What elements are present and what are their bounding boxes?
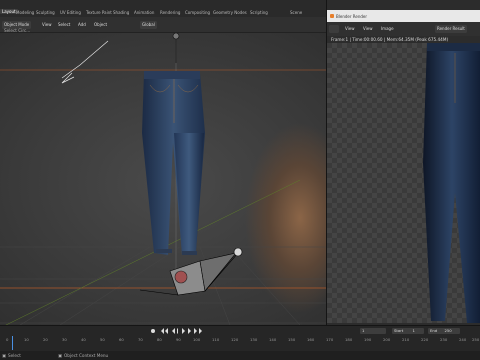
image-editor-header: View View Image Render Result	[327, 22, 480, 36]
transform-orientation-dropdown[interactable]: Global	[140, 21, 157, 29]
workspace-tab-rendering[interactable]: Rendering	[160, 10, 180, 15]
jeans-model	[142, 71, 205, 255]
workspace-tabs-bar: Layout Modeling Sculpting UV Editing Texture…	[0, 0, 326, 17]
workspace-tab-texture-paint[interactable]: Texture Paint	[86, 10, 112, 15]
status-select-hint: Select	[8, 352, 21, 358]
blender-logo-icon	[330, 13, 334, 18]
workspace-tab-uv-editing[interactable]: UV Editing	[60, 10, 81, 15]
add-menu[interactable]: Add	[76, 21, 88, 29]
render-window: Blender Render View View Image Render Re…	[326, 0, 480, 328]
end-frame-field[interactable]: End 250	[428, 328, 460, 334]
workspace-tab-compositing[interactable]: Compositing	[185, 10, 210, 15]
workspace-tab-shading[interactable]: Shading	[113, 10, 129, 15]
playback-controls[interactable]	[150, 327, 210, 335]
render-window-titlebar: Blender Render	[327, 10, 480, 22]
select-menu[interactable]: Select	[56, 21, 72, 29]
workspace-tab-geometry-nodes[interactable]: Geometry Nodes	[213, 10, 247, 15]
workspace-tab-modeling[interactable]: Modeling	[16, 10, 34, 15]
start-frame-field[interactable]: Start 1	[392, 328, 424, 334]
mouse-right-icon: ▣	[58, 352, 62, 358]
editor-type-button[interactable]	[329, 25, 339, 33]
transform-label: Global	[142, 22, 155, 27]
rendered-jeans	[423, 43, 480, 323]
workspace-tab-layout[interactable]: Layout	[0, 9, 18, 14]
playhead[interactable]	[12, 336, 13, 350]
timeline-panel: 1 Start 1 End 250 0 10 20 30 40 50 60 70…	[0, 325, 480, 351]
render-slot-dropdown[interactable]: Render Result	[435, 25, 467, 33]
view-label: View	[42, 22, 52, 27]
status-context-hint: Object Context Menu	[64, 352, 109, 358]
3d-viewport[interactable]	[0, 33, 326, 325]
scene-selector[interactable]: Scene	[290, 10, 302, 15]
render-result-canvas[interactable]	[327, 43, 480, 323]
light-gizmo	[172, 33, 180, 63]
render-window-title: Blender Render	[336, 14, 368, 19]
add-label: Add	[78, 22, 86, 27]
object-label: Object	[94, 22, 108, 27]
mode-label: Object Mode	[4, 22, 30, 27]
viewport-header: Object Mode View Select Add Object Globa…	[0, 17, 326, 33]
timeline-ruler[interactable]: 0 10 20 30 40 50 60 70 80 90 100 110 120…	[0, 336, 480, 344]
object-menu[interactable]: Object	[92, 21, 109, 29]
workspace-tab-scripting[interactable]: Scripting	[250, 10, 268, 15]
workspace-tab-sculpting[interactable]: Sculpting	[36, 10, 55, 15]
viewport-scene	[0, 33, 326, 325]
select-label: Select	[58, 22, 71, 27]
render-stats: Frame:1 | Time:00:00.60 | Mem:64.35M (Pe…	[331, 37, 449, 42]
view-menu[interactable]: View	[40, 21, 54, 29]
workspace-tab-animation[interactable]: Animation	[134, 10, 154, 15]
status-bar: ▣ Select ▣ Object Context Menu	[0, 351, 480, 360]
rw-image-menu[interactable]: Image	[379, 25, 396, 33]
mouse-left-icon: ▣	[2, 352, 6, 358]
rw-view-menu-2[interactable]: View	[361, 25, 375, 33]
rw-view-menu[interactable]: View	[343, 25, 357, 33]
armature-gizmo	[61, 40, 109, 84]
current-frame-field[interactable]: 1	[360, 328, 386, 334]
floor-grid	[0, 246, 326, 325]
